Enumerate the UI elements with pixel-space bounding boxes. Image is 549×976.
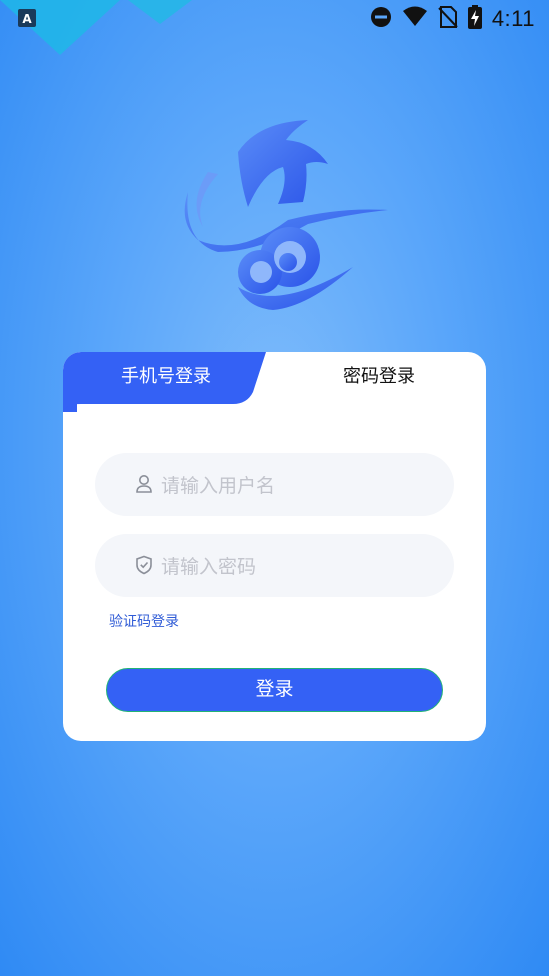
password-input[interactable] <box>159 534 443 599</box>
login-card: 手机号登录 密码登录 验证码登录 登录 <box>63 352 486 741</box>
password-field <box>95 534 454 599</box>
tab-password-login[interactable]: 密码登录 <box>343 365 415 389</box>
shield-icon <box>136 555 152 575</box>
no-sim-icon <box>438 6 458 32</box>
wifi-icon <box>402 6 428 32</box>
battery-charging-icon <box>467 5 482 33</box>
tab-phone-login[interactable]: 手机号登录 <box>121 365 211 389</box>
do-not-disturb-icon <box>370 6 392 32</box>
sms-code-login-link[interactable]: 验证码登录 <box>109 611 179 631</box>
status-bar: A 4:11 <box>0 0 549 38</box>
user-icon <box>136 475 152 493</box>
username-field <box>95 453 454 518</box>
username-input[interactable] <box>159 453 443 518</box>
app-logo <box>178 112 393 317</box>
clock: 4:11 <box>491 6 535 31</box>
svg-text:A: A <box>22 12 32 26</box>
login-button[interactable]: 登录 <box>106 668 443 712</box>
app-a-icon: A <box>18 9 36 31</box>
